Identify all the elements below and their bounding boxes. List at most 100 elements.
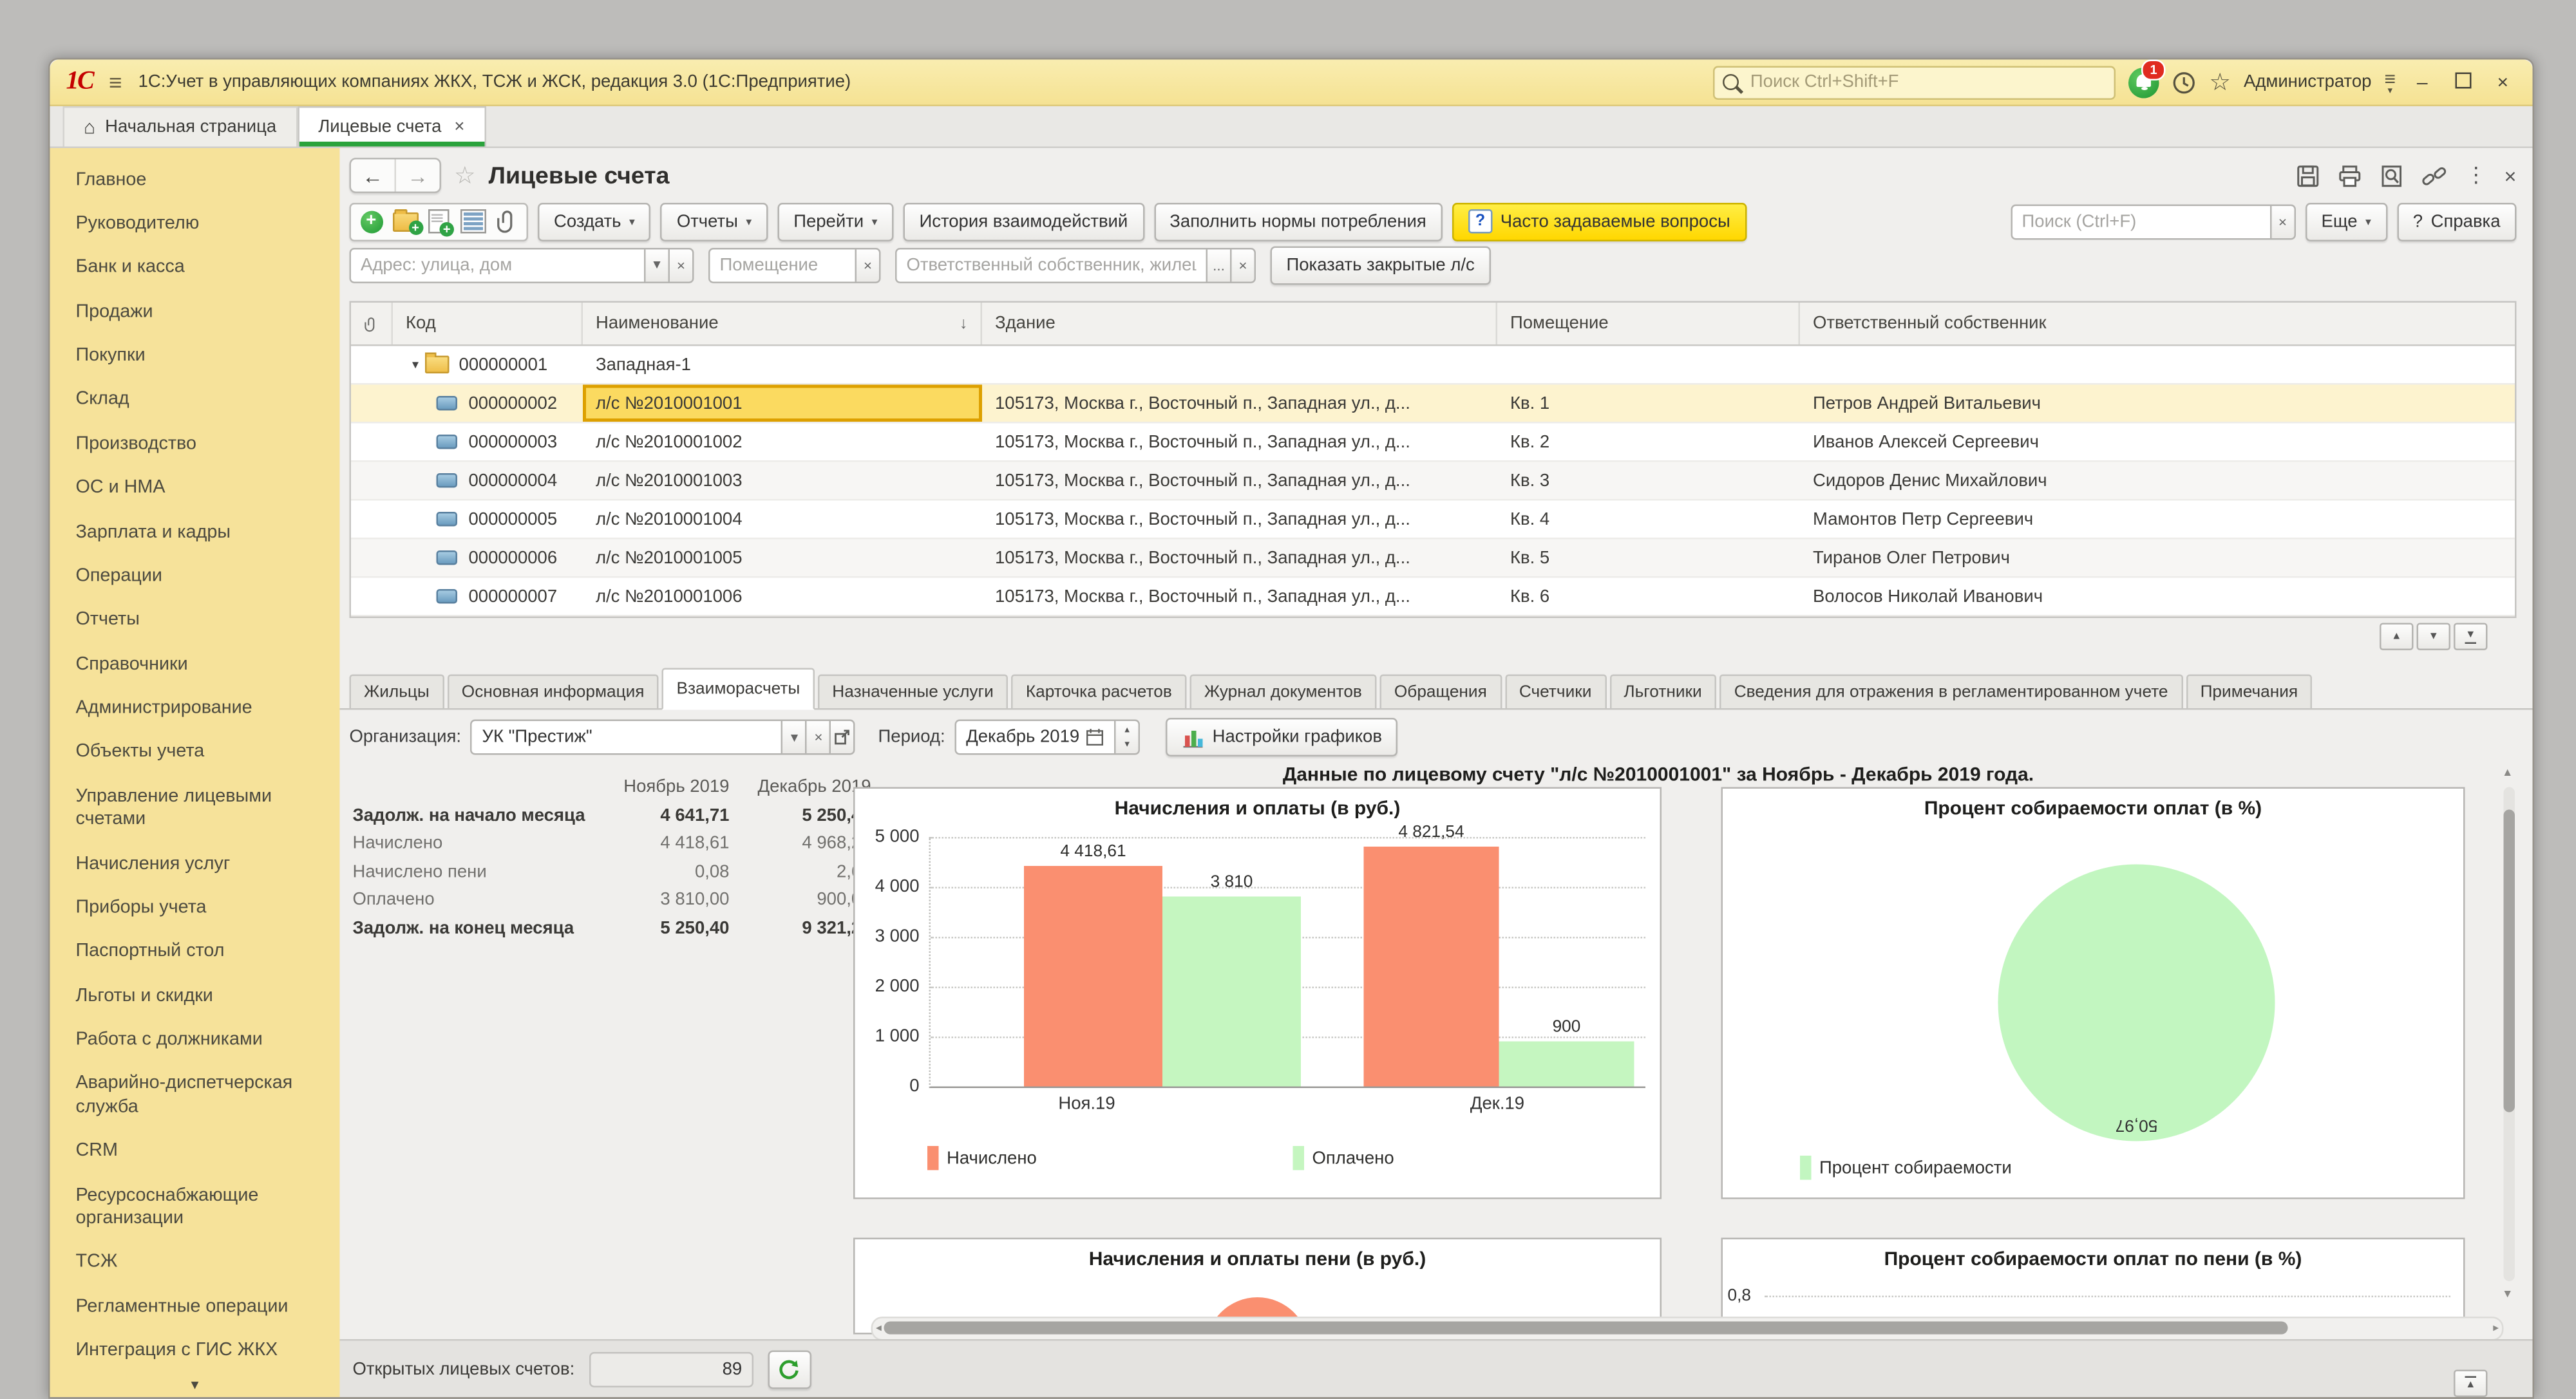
spinner-down-icon[interactable]: ▾ bbox=[1124, 737, 1130, 752]
sidebar-item-nachisleniya[interactable]: Начисления услуг bbox=[50, 842, 340, 886]
sidebar-item-pokupki[interactable]: Покупки bbox=[50, 334, 340, 378]
sidebar-item-prodazhi[interactable]: Продажи bbox=[50, 290, 340, 333]
tab-vzaimoraschety[interactable]: Взаиморасчеты bbox=[662, 668, 815, 710]
history-icon[interactable] bbox=[2172, 70, 2197, 95]
selected-cell[interactable]: л/с №2010001001 bbox=[583, 385, 982, 422]
back-button[interactable]: ← bbox=[351, 160, 395, 192]
scroll-down-button[interactable]: ▼ bbox=[2417, 623, 2451, 651]
reports-button[interactable]: Отчеты▾ bbox=[661, 202, 768, 241]
attachments-button[interactable] bbox=[489, 207, 524, 236]
table-row[interactable]: 000000002 л/с №2010001001 105173, Москва… bbox=[351, 385, 2515, 424]
horizontal-scrollbar[interactable]: ◂ ▸ bbox=[871, 1317, 2504, 1339]
organization-dropdown-button[interactable]: ▾ bbox=[782, 720, 808, 755]
tab-home[interactable]: ⌂ Начальная страница bbox=[63, 106, 298, 147]
sidebar-item-lgoty[interactable]: Льготы и скидки bbox=[50, 974, 340, 1018]
tab-zhurnal-dokumentov[interactable]: Журнал документов bbox=[1189, 675, 1376, 709]
scroll-right-icon[interactable]: ▸ bbox=[2493, 1322, 2499, 1335]
main-menu-icon[interactable]: ≡ bbox=[109, 70, 122, 95]
tab-obrashcheniya[interactable]: Обращения bbox=[1379, 675, 1501, 709]
link-icon[interactable] bbox=[2422, 164, 2448, 188]
table-row[interactable]: 000000003 л/с №2010001002 105173, Москва… bbox=[351, 424, 2515, 462]
table-row[interactable]: 000000007 л/с №2010001006 105173, Москва… bbox=[351, 578, 2515, 617]
sidebar-more-icon[interactable]: ▼ bbox=[50, 1378, 340, 1393]
tab-svedeniya-reglament[interactable]: Сведения для отражения в регламентирован… bbox=[1719, 675, 2183, 709]
scrollbar-thumb[interactable] bbox=[2504, 810, 2515, 1113]
address-clear-button[interactable]: × bbox=[668, 247, 694, 283]
sidebar-item-sklad[interactable]: Склад bbox=[50, 378, 340, 422]
tab-zhiltsy[interactable]: Жильцы bbox=[350, 675, 444, 709]
sidebar-item-avariyno-dispetcherskaya[interactable]: Аварийно-диспетчерская служба bbox=[50, 1062, 340, 1129]
collapse-icon[interactable]: ▾ bbox=[412, 357, 419, 372]
sidebar-item-pribory[interactable]: Приборы учета bbox=[50, 886, 340, 930]
add-button[interactable] bbox=[354, 207, 388, 236]
interaction-history-button[interactable]: История взаимодействий bbox=[903, 202, 1144, 241]
help-button[interactable]: ?Справка bbox=[2397, 202, 2517, 241]
sidebar-item-pasportnyi-stol[interactable]: Паспортный стол bbox=[50, 930, 340, 973]
organization-open-button[interactable] bbox=[830, 720, 856, 755]
show-closed-accounts-button[interactable]: Показать закрытые л/с bbox=[1271, 245, 1491, 284]
list-view-button[interactable] bbox=[456, 207, 490, 236]
sidebar-item-zarplata[interactable]: Зарплата и кадры bbox=[50, 511, 340, 554]
scroll-up-button[interactable]: ▲ bbox=[2380, 623, 2414, 651]
forward-button[interactable]: → bbox=[395, 160, 440, 192]
tab-close-icon[interactable]: × bbox=[454, 118, 464, 137]
scroll-to-bottom-button[interactable]: ▼ bbox=[2454, 623, 2488, 651]
organization-clear-button[interactable]: × bbox=[806, 720, 831, 755]
goto-button[interactable]: Перейти▾ bbox=[777, 202, 893, 241]
room-column-header[interactable]: Помещение bbox=[1497, 303, 1800, 344]
organization-value[interactable]: УК "Престиж" bbox=[471, 720, 783, 755]
sidebar-item-upravlenie-ls[interactable]: Управление лицевыми счетами bbox=[50, 775, 340, 841]
scrollbar-thumb[interactable] bbox=[884, 1320, 2288, 1333]
close-form-icon[interactable]: × bbox=[2505, 164, 2517, 188]
owner-filter-input[interactable] bbox=[895, 247, 1208, 283]
sidebar-item-rukovoditelyu[interactable]: Руководителю bbox=[50, 202, 340, 245]
create-button[interactable]: Создать▾ bbox=[538, 202, 651, 241]
table-row[interactable]: 000000004 л/с №2010001003 105173, Москва… bbox=[351, 462, 2515, 501]
sidebar-item-operacii[interactable]: Операции bbox=[50, 554, 340, 598]
scroll-to-top-button[interactable]: ▲ bbox=[2454, 1370, 2488, 1398]
more-button[interactable]: Еще▾ bbox=[2306, 202, 2387, 241]
owner-select-button[interactable]: ... bbox=[1206, 247, 1232, 283]
room-filter-input[interactable] bbox=[708, 247, 857, 283]
faq-button[interactable]: ?Часто задаваемые вопросы bbox=[1452, 202, 1747, 241]
table-group-row[interactable]: ▾ 000000001 Западная-1 bbox=[351, 346, 2515, 385]
table-row[interactable]: 000000006 л/с №2010001005 105173, Москва… bbox=[351, 540, 2515, 578]
fill-norms-button[interactable]: Заполнить нормы потребления bbox=[1153, 202, 1443, 241]
notifications-button[interactable]: 1 bbox=[2128, 67, 2159, 98]
tab-primechaniya[interactable]: Примечания bbox=[2186, 675, 2313, 709]
sidebar-item-gis-zhkh[interactable]: Интеграция с ГИС ЖКХ bbox=[50, 1329, 340, 1373]
period-spinner[interactable]: ▴ ▾ bbox=[1114, 720, 1140, 755]
table-row[interactable]: 000000005 л/с №2010001004 105173, Москва… bbox=[351, 501, 2515, 540]
scroll-up-icon[interactable]: ▲ bbox=[2502, 768, 2513, 780]
address-filter-input[interactable] bbox=[350, 247, 646, 283]
copy-button[interactable]: + bbox=[422, 207, 456, 236]
sidebar-item-crm[interactable]: CRM bbox=[50, 1129, 340, 1173]
save-icon[interactable] bbox=[2297, 164, 2321, 188]
favorites-icon[interactable]: ☆ bbox=[2209, 68, 2231, 97]
sidebar-item-resursosnabzhayushchie[interactable]: Ресурсоснабжающие организации bbox=[50, 1174, 340, 1241]
sidebar-item-administrirovanie[interactable]: Администрирование bbox=[50, 686, 340, 730]
sidebar-item-glavnoe[interactable]: Главное bbox=[50, 158, 340, 202]
print-icon[interactable] bbox=[2338, 164, 2363, 188]
tab-lgotniki[interactable]: Льготники bbox=[1609, 675, 1716, 709]
global-search-box[interactable] bbox=[1713, 65, 2116, 99]
scroll-down-icon[interactable]: ▼ bbox=[2502, 1290, 2513, 1301]
owner-clear-button[interactable]: × bbox=[1230, 247, 1256, 283]
spinner-up-icon[interactable]: ▴ bbox=[1124, 723, 1130, 738]
tab-accounts[interactable]: Лицевые счета × bbox=[298, 106, 486, 147]
service-menu-icon[interactable]: ≡ ▾ bbox=[2384, 68, 2396, 96]
tab-kartochka-raschetov[interactable]: Карточка расчетов bbox=[1011, 675, 1186, 709]
tab-osnovnaya-informaciya[interactable]: Основная информация bbox=[447, 675, 659, 709]
code-column-header[interactable]: Код bbox=[393, 303, 583, 344]
sidebar-item-bank[interactable]: Банк и касса bbox=[50, 246, 340, 290]
restore-button[interactable] bbox=[2449, 71, 2477, 93]
period-field[interactable]: Декабрь 2019 bbox=[955, 720, 1116, 755]
sidebar-item-otchety[interactable]: Отчеты bbox=[50, 598, 340, 642]
address-dropdown-button[interactable]: ▾ bbox=[644, 247, 670, 283]
chart-settings-button[interactable]: Настройки графиков bbox=[1166, 718, 1398, 756]
building-column-header[interactable]: Здание bbox=[982, 303, 1497, 344]
sidebar-item-os-nma[interactable]: ОС и НМА bbox=[50, 466, 340, 510]
room-clear-button[interactable]: × bbox=[855, 247, 881, 283]
sidebar-item-proizvodstvo[interactable]: Производство bbox=[50, 422, 340, 466]
more-commands-icon[interactable]: ⋮ bbox=[2466, 163, 2487, 189]
